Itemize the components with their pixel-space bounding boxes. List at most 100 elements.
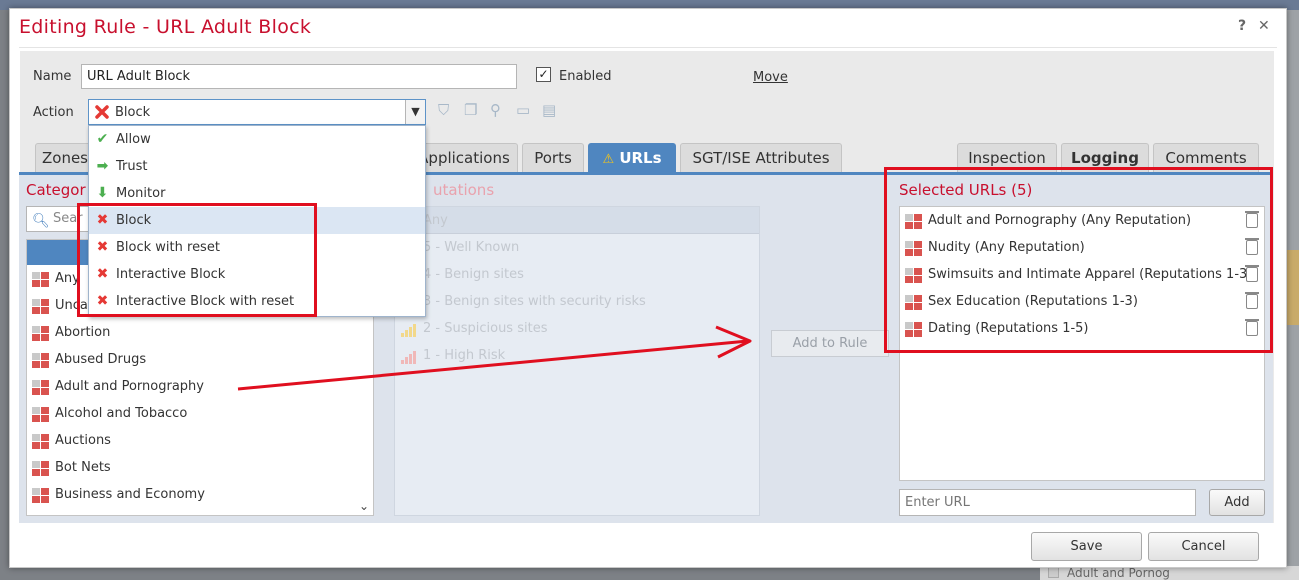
action-select[interactable]: Block ▼ xyxy=(88,99,426,125)
reputation-label: 5 - Well Known xyxy=(423,240,520,255)
category-tile-icon xyxy=(32,380,50,396)
action-option[interactable]: ⬇ Monitor xyxy=(89,180,425,207)
selected-url-label: Nudity (Any Reputation) xyxy=(928,240,1085,255)
reputation-list-item[interactable]: 3 - Benign sites with security risks xyxy=(395,288,759,315)
selected-url-item[interactable]: Dating (Reputations 1-5) xyxy=(900,315,1264,342)
folder-icon[interactable]: ▭ xyxy=(516,101,534,119)
save-button[interactable]: Save xyxy=(1031,532,1142,561)
category-list-item[interactable]: Adult and Pornography xyxy=(27,373,373,400)
trash-icon[interactable] xyxy=(1245,211,1259,228)
help-icon[interactable]: ? xyxy=(1238,18,1246,34)
tab-inspection[interactable]: Inspection xyxy=(957,143,1057,172)
category-tile-icon xyxy=(32,407,50,423)
category-tile-icon xyxy=(905,214,923,230)
copy-icon[interactable]: ❐ xyxy=(464,101,482,119)
category-tile-icon xyxy=(32,299,50,315)
dialog-title: Editing Rule - URL Adult Block xyxy=(19,16,312,38)
category-list-item[interactable]: Alcohol and Tobacco xyxy=(27,400,373,427)
reputation-list-item[interactable]: Any xyxy=(395,207,759,234)
reputation-bar xyxy=(413,351,416,364)
chevron-down-icon[interactable]: ▼ xyxy=(405,100,425,124)
selected-url-item[interactable]: Nudity (Any Reputation) xyxy=(900,234,1264,261)
reputation-bar xyxy=(409,327,412,337)
reputation-level-icon xyxy=(401,324,416,337)
action-option-label: Block xyxy=(116,213,152,228)
action-option[interactable]: ➡ Trust xyxy=(89,153,425,180)
category-label: Any xyxy=(55,271,80,286)
reputation-bar xyxy=(401,333,404,337)
tab-logging[interactable]: Logging xyxy=(1061,143,1149,172)
action-option[interactable]: ✖ Interactive Block xyxy=(89,261,425,288)
tab-zones[interactable]: Zones xyxy=(35,143,95,172)
category-list-item[interactable]: Abused Drugs xyxy=(27,346,373,373)
user-search-icon[interactable]: ⚲ xyxy=(490,101,508,119)
reputation-bar xyxy=(405,357,408,364)
action-option-label: Block with reset xyxy=(116,240,220,255)
action-option-label: Interactive Block xyxy=(116,267,226,282)
x-arrow-icon: ✖ xyxy=(96,266,109,282)
editing-rule-dialog: Editing Rule - URL Adult Block ? ✕ Name … xyxy=(9,8,1287,568)
cancel-button[interactable]: Cancel xyxy=(1148,532,1259,561)
action-dropdown-menu[interactable]: ✔ Allow ➡ Trust ⬇ Monitor ✖ Block ✖ Block with re… xyxy=(88,125,426,317)
shield-icon[interactable]: ⛉ xyxy=(438,101,456,119)
category-list-item[interactable]: Business and Economy xyxy=(27,481,373,508)
name-input[interactable] xyxy=(81,64,517,89)
reputation-bar xyxy=(413,324,416,337)
add-to-rule-button[interactable]: Add to Rule xyxy=(771,330,889,357)
selected-url-item[interactable]: Swimsuits and Intimate Apparel (Reputati… xyxy=(900,261,1264,288)
scroll-down-icon[interactable]: ⌄ xyxy=(359,499,369,513)
selected-urls-list[interactable]: Adult and Pornography (Any Reputation) Nu… xyxy=(899,206,1265,481)
tab-applications[interactable]: Applications xyxy=(410,143,518,172)
category-tile-icon xyxy=(32,326,50,342)
reputation-bar xyxy=(409,354,412,364)
action-label: Action xyxy=(33,105,74,120)
action-option[interactable]: ✖ Interactive Block with reset xyxy=(89,288,425,315)
selected-url-label: Dating (Reputations 1-5) xyxy=(928,321,1089,336)
document-icon[interactable]: ▤ xyxy=(542,101,560,119)
category-list-item[interactable]: Bot Nets xyxy=(27,454,373,481)
reputation-label: Any xyxy=(423,213,448,228)
reputation-list-item[interactable]: 1 - High Risk xyxy=(395,342,759,369)
reputation-list[interactable]: Any 5 - Well Known 4 - Benign sites 3 - Ben… xyxy=(394,206,760,516)
name-label: Name xyxy=(33,69,72,84)
tab-ports[interactable]: Ports xyxy=(522,143,584,172)
enabled-checkbox[interactable]: ✓ xyxy=(536,67,551,82)
action-option[interactable]: ✖ Block xyxy=(89,207,425,234)
selected-url-label: Adult and Pornography (Any Reputation) xyxy=(928,213,1192,228)
trash-icon[interactable] xyxy=(1245,319,1259,336)
reputations-title: utations xyxy=(433,181,495,199)
tab-comments[interactable]: Comments xyxy=(1153,143,1259,172)
x-icon: ✖ xyxy=(96,212,109,228)
close-icon[interactable]: ✕ xyxy=(1258,18,1270,34)
trash-icon[interactable] xyxy=(1245,292,1259,309)
action-select-value: Block xyxy=(115,105,151,120)
reputation-label: 1 - High Risk xyxy=(423,348,506,363)
tab-sgt-ise[interactable]: SGT/ISE Attributes xyxy=(680,143,842,172)
reputation-list-item[interactable]: 2 - Suspicious sites xyxy=(395,315,759,342)
selected-url-label: Sex Education (Reputations 1-3) xyxy=(928,294,1138,309)
action-option-label: Monitor xyxy=(116,186,166,201)
category-list-item[interactable]: Abortion xyxy=(27,319,373,346)
add-url-button[interactable]: Add xyxy=(1209,489,1265,516)
category-label: Abortion xyxy=(55,325,111,340)
move-link[interactable]: Move xyxy=(753,70,788,85)
action-option-label: Trust xyxy=(116,159,148,174)
x-icon xyxy=(94,104,110,124)
selected-url-item[interactable]: Adult and Pornography (Any Reputation) xyxy=(900,207,1264,234)
reputation-list-item[interactable]: 4 - Benign sites xyxy=(395,261,759,288)
action-option-label: Allow xyxy=(116,132,151,147)
trash-icon[interactable] xyxy=(1245,238,1259,255)
selected-url-item[interactable]: Sex Education (Reputations 1-3) xyxy=(900,288,1264,315)
action-option[interactable]: ✔ Allow xyxy=(89,126,425,153)
tab-urls[interactable]: ⚠ URLs xyxy=(588,143,676,172)
background-band xyxy=(1287,250,1299,325)
background-bottom-text: Adult and Pornog xyxy=(1067,566,1170,580)
trash-icon[interactable] xyxy=(1245,265,1259,282)
category-list-item[interactable]: Auctions xyxy=(27,427,373,454)
reputation-list-item[interactable]: 5 - Well Known xyxy=(395,234,759,261)
x-arrow-reset-icon: ✖ xyxy=(96,293,109,309)
category-tile-icon xyxy=(32,434,50,450)
enter-url-input[interactable] xyxy=(899,489,1196,516)
category-label: Business and Economy xyxy=(55,487,205,502)
action-option[interactable]: ✖ Block with reset xyxy=(89,234,425,261)
